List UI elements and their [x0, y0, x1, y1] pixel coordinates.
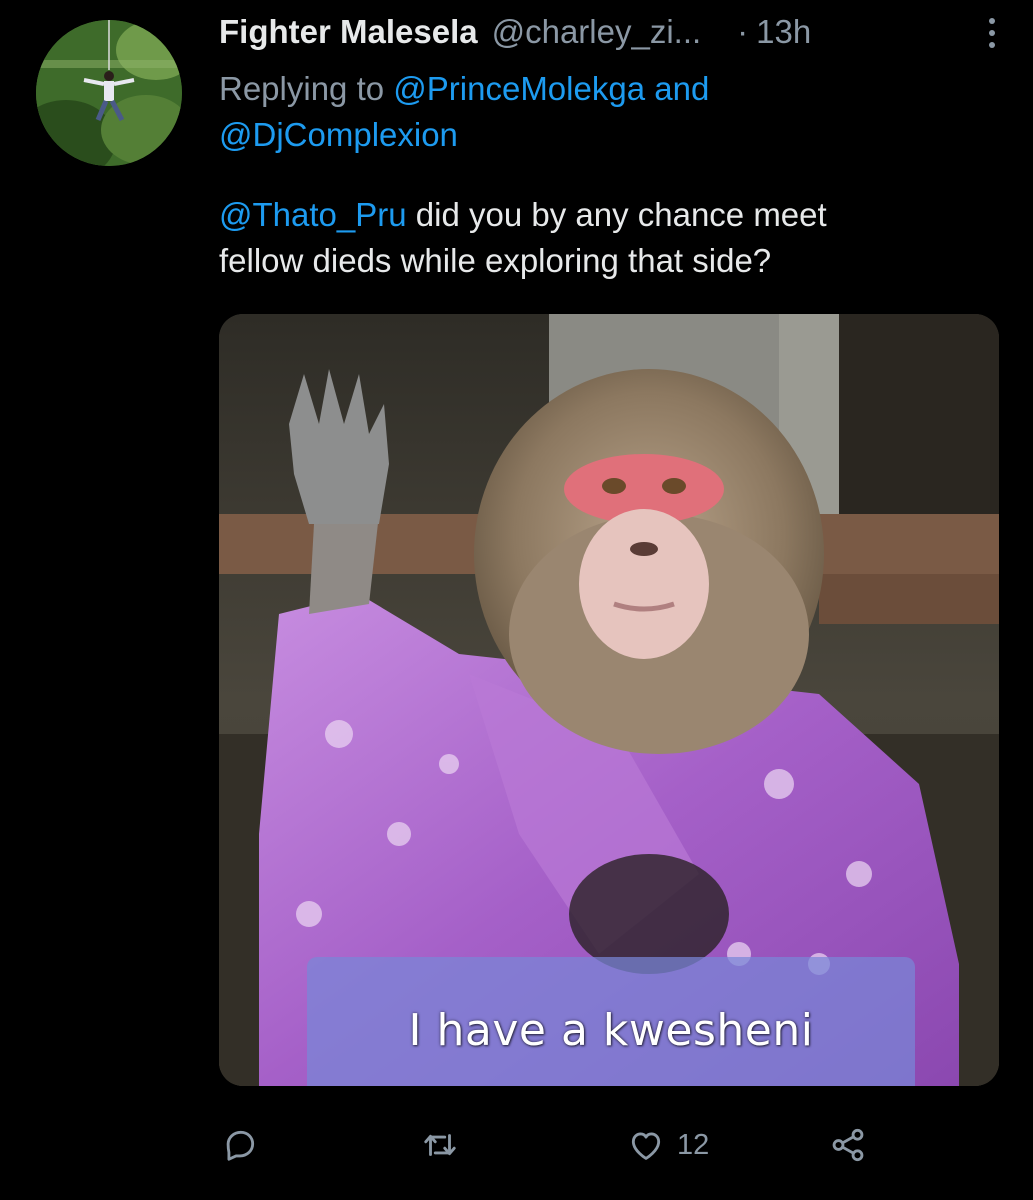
separator-dot: · — [737, 13, 749, 50]
reply-button[interactable] — [221, 1120, 259, 1170]
more-dot — [989, 18, 995, 24]
tweet-timestamp[interactable]: 13h — [756, 13, 811, 51]
more-vertical-icon[interactable] — [985, 18, 999, 48]
meme-caption: I have a kwesheni — [408, 1005, 814, 1056]
retweet-button[interactable] — [421, 1120, 459, 1170]
share-icon — [832, 1128, 864, 1162]
like-button[interactable]: 12 — [627, 1120, 709, 1170]
author-handle[interactable]: @charley_zi... — [492, 13, 702, 51]
more-dot — [989, 42, 995, 48]
more-dot — [989, 30, 995, 36]
replying-prefix: Replying to — [219, 70, 385, 107]
body-text-line-1: did you by any chance meet — [415, 196, 827, 233]
tweet[interactable]: Fighter Malesela @charley_zi... · 13h Re… — [0, 0, 1033, 1200]
tweet-actions-bar: 12 — [219, 1120, 1009, 1170]
body-text-line-2: fellow dieds while exploring that side? — [219, 242, 772, 279]
body-mention[interactable]: @Thato_Pru — [219, 196, 407, 233]
tweet-media-image[interactable]: I have a kwesheni — [219, 314, 999, 1086]
avatar-photo-icon — [36, 20, 182, 166]
reply-icon — [226, 1130, 255, 1161]
retweet-icon — [424, 1134, 456, 1156]
share-button[interactable] — [829, 1120, 867, 1170]
meme-caption-box: I have a kwesheni — [307, 957, 915, 1086]
reply-target-user-2[interactable]: @DjComplexion — [219, 116, 458, 153]
reply-target-user-1[interactable]: @PrinceMolekga — [393, 70, 645, 107]
tweet-header: Fighter Malesela @charley_zi... · 13h — [219, 8, 1009, 56]
reply-conjunction: and — [654, 70, 710, 107]
like-count: 12 — [677, 1128, 710, 1161]
tweet-body: @Thato_Pru did you by any chance meet fe… — [219, 192, 1009, 284]
author-display-name[interactable]: Fighter Malesela — [219, 13, 478, 51]
author-avatar[interactable] — [36, 20, 182, 166]
replying-to-line: Replying to @PrinceMolekga and @DjComple… — [219, 66, 999, 158]
like-heart-icon — [631, 1132, 661, 1160]
